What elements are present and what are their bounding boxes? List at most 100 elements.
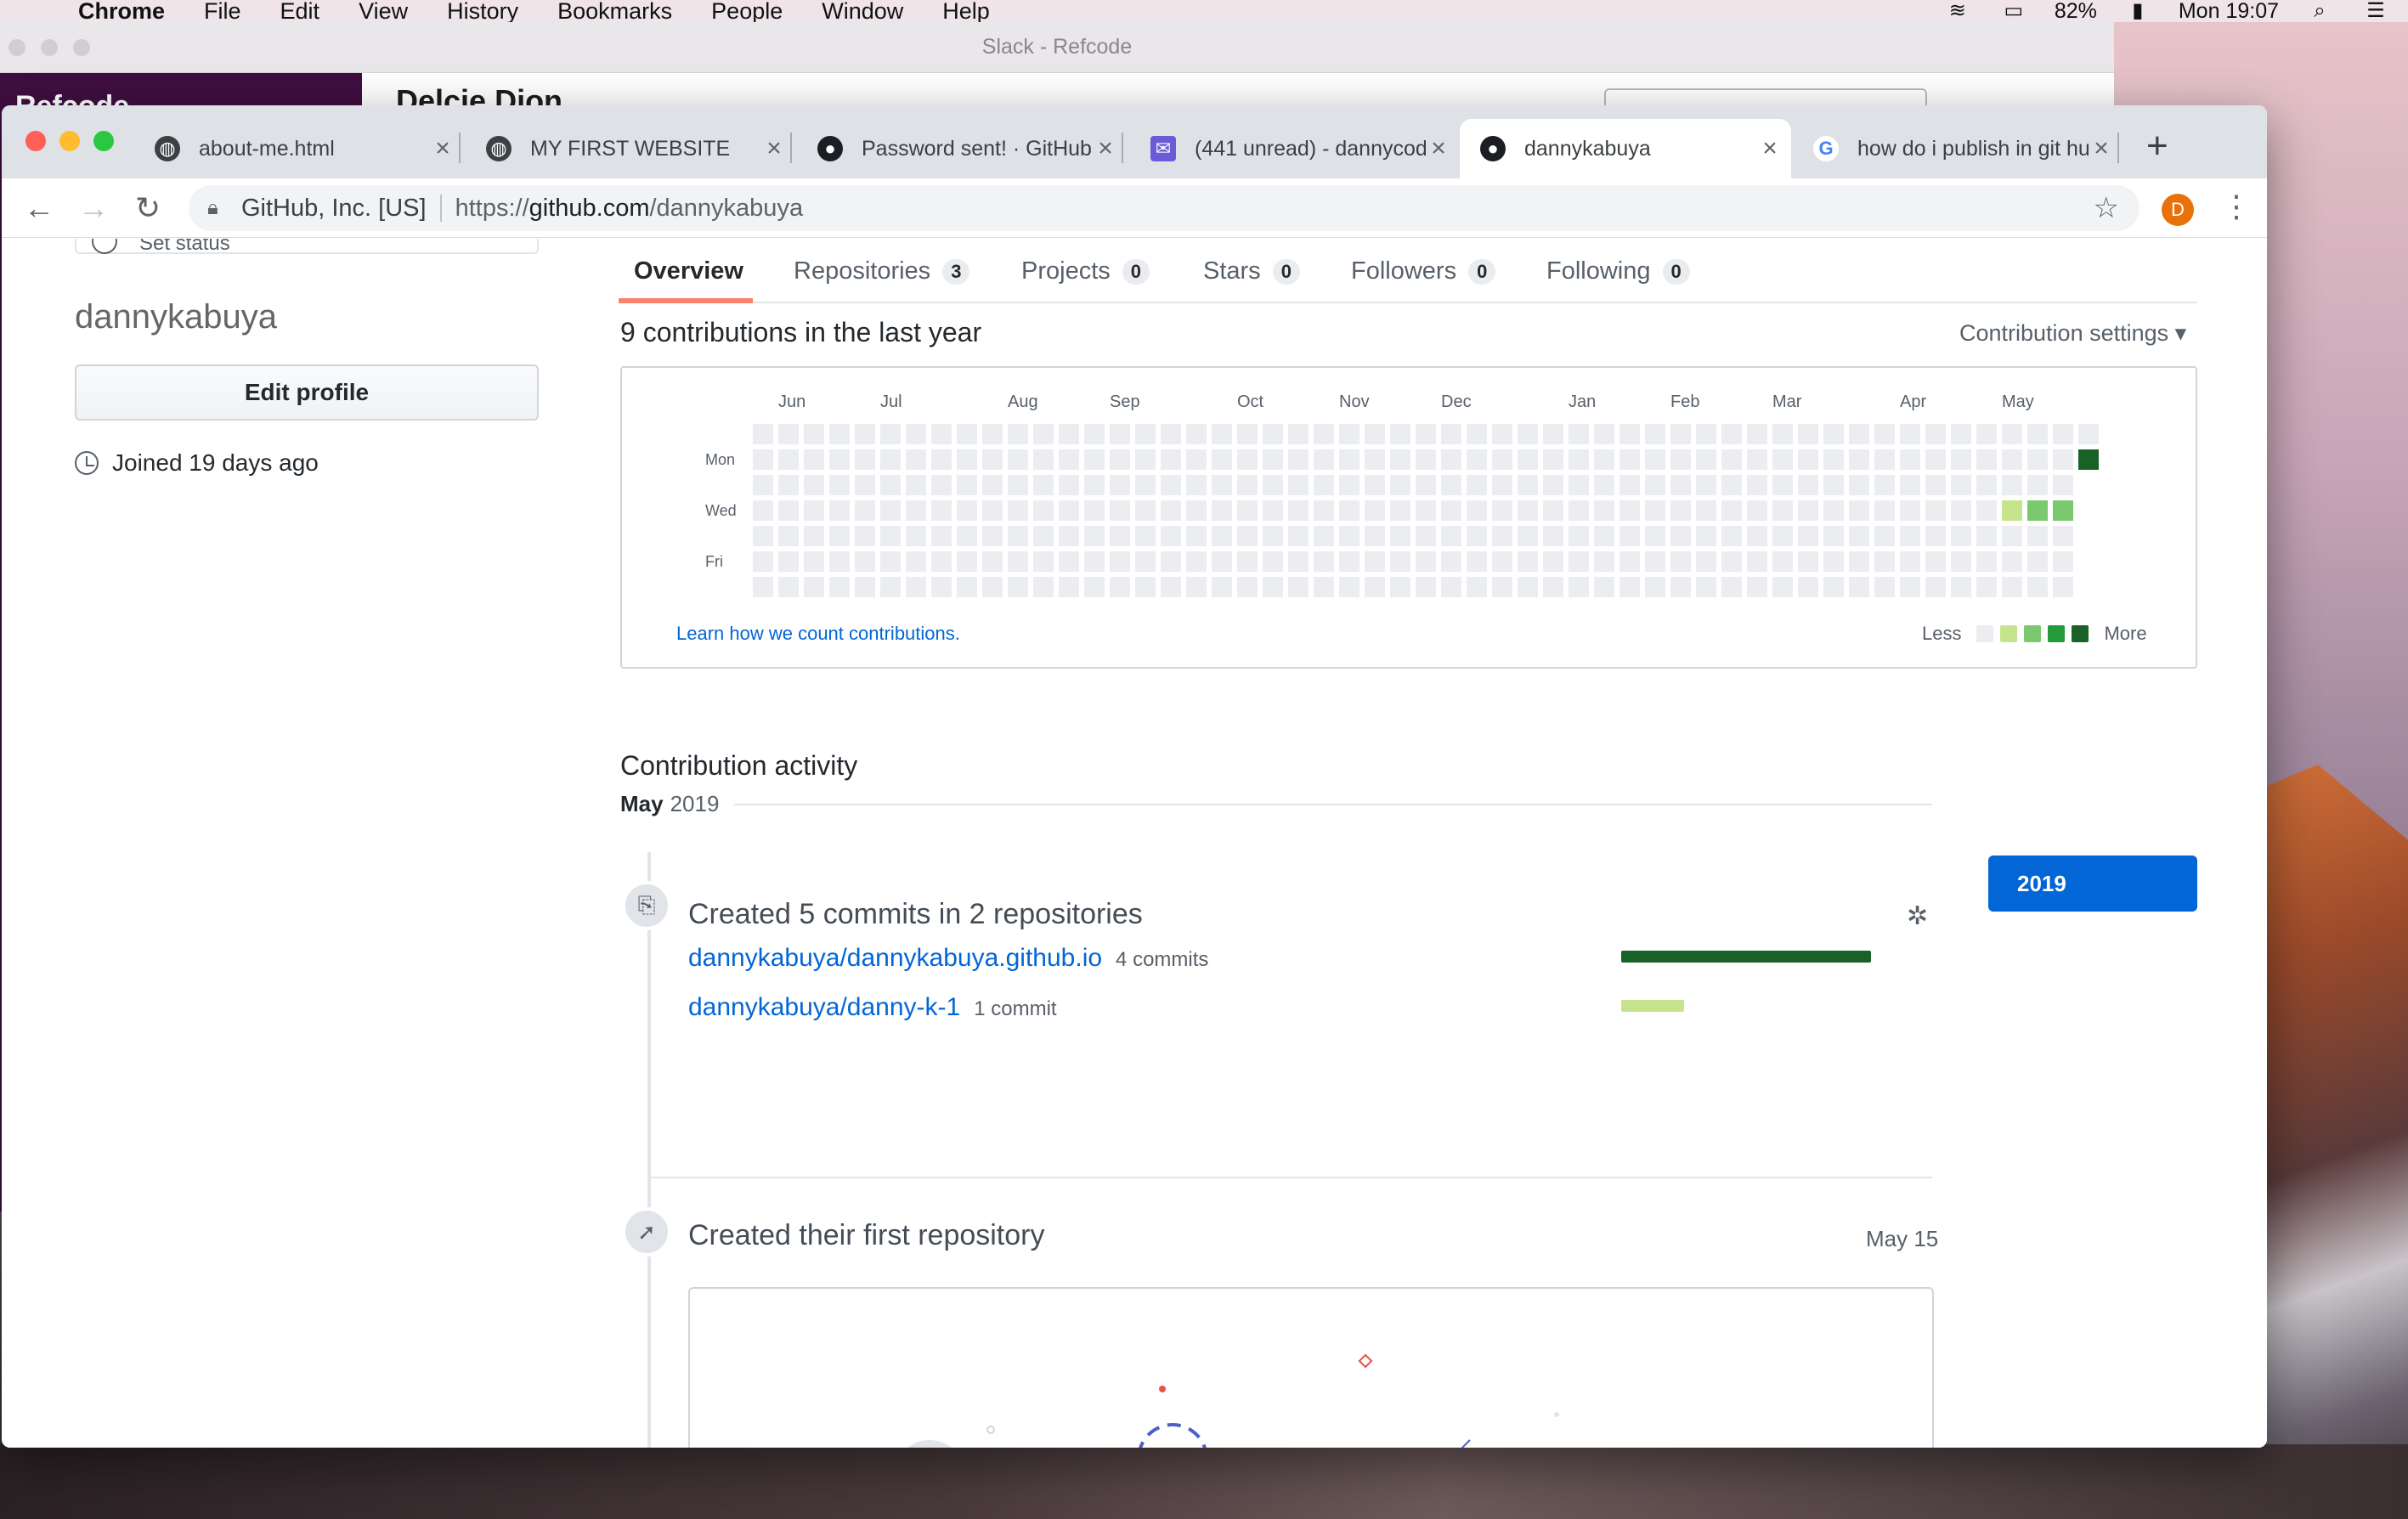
contribution-day[interactable] — [1416, 526, 1436, 546]
contribution-day[interactable] — [1441, 500, 1461, 521]
contribution-day[interactable] — [1518, 449, 1538, 470]
contribution-day[interactable] — [1798, 449, 1818, 470]
menu-view[interactable]: View — [359, 0, 408, 23]
contribution-day[interactable] — [1033, 449, 1054, 470]
contribution-day[interactable] — [1696, 500, 1716, 521]
contribution-day[interactable] — [778, 577, 799, 597]
contribution-day[interactable] — [1823, 551, 1844, 572]
contribution-day[interactable] — [855, 577, 875, 597]
contribution-day[interactable] — [1314, 449, 1334, 470]
contribution-day[interactable] — [1849, 577, 1869, 597]
contribution-day[interactable] — [1084, 475, 1105, 495]
contribution-day[interactable] — [1747, 551, 1767, 572]
contribution-day[interactable] — [931, 526, 952, 546]
contribution-day[interactable] — [906, 475, 926, 495]
contribution-day[interactable] — [804, 577, 824, 597]
contribution-day[interactable] — [1976, 475, 1997, 495]
contribution-day[interactable] — [753, 500, 773, 521]
contribution-day[interactable] — [1619, 449, 1640, 470]
contribution-day[interactable] — [1186, 475, 1207, 495]
contribution-day[interactable] — [1059, 551, 1079, 572]
contribution-day[interactable] — [2027, 449, 2048, 470]
contribution-day[interactable] — [982, 551, 1003, 572]
contribution-day[interactable] — [1569, 475, 1589, 495]
contribution-day[interactable] — [1594, 500, 1614, 521]
contribution-day[interactable] — [1569, 577, 1589, 597]
contribution-day[interactable] — [1339, 449, 1359, 470]
contribution-day[interactable] — [1670, 526, 1691, 546]
contribution-day[interactable] — [906, 424, 926, 444]
contribution-day[interactable] — [1135, 526, 1156, 546]
contribution-day[interactable] — [1518, 500, 1538, 521]
contribution-day[interactable] — [1135, 475, 1156, 495]
contribution-day[interactable] — [1212, 526, 1232, 546]
contribution-day[interactable] — [1951, 449, 1971, 470]
contribution-day[interactable] — [1747, 449, 1767, 470]
contribution-day[interactable] — [1008, 475, 1028, 495]
contribution-day[interactable] — [1900, 424, 1920, 444]
contribution-day[interactable] — [804, 449, 824, 470]
contribution-day[interactable] — [1390, 500, 1410, 521]
contribution-day[interactable] — [1798, 577, 1818, 597]
contribution-day[interactable] — [1594, 577, 1614, 597]
contribution-day[interactable] — [1110, 551, 1130, 572]
contribution-day[interactable] — [1518, 551, 1538, 572]
contribution-day[interactable] — [880, 551, 901, 572]
contribution-day[interactable] — [1059, 577, 1079, 597]
contribution-day[interactable] — [1263, 475, 1283, 495]
contribution-day[interactable] — [1696, 577, 1716, 597]
contribution-day[interactable] — [1416, 551, 1436, 572]
contribution-day[interactable] — [1543, 551, 1563, 572]
contribution-day[interactable] — [1925, 500, 1946, 521]
contribution-day[interactable] — [1951, 475, 1971, 495]
contribution-day[interactable] — [1059, 500, 1079, 521]
contribution-day[interactable] — [1721, 500, 1742, 521]
contribution-day[interactable] — [1823, 500, 1844, 521]
contribution-day[interactable] — [1772, 449, 1793, 470]
contribution-day[interactable] — [1976, 526, 1997, 546]
contribution-day[interactable] — [1008, 577, 1028, 597]
new-tab-button[interactable]: + — [2146, 127, 2168, 165]
contribution-day[interactable] — [1263, 449, 1283, 470]
contribution-day[interactable] — [1237, 500, 1258, 521]
tab-about-me[interactable]: ◍ about-me.html × — [155, 119, 461, 178]
battery-icon[interactable]: ▮ — [2123, 1, 2153, 21]
contribution-day[interactable] — [1925, 551, 1946, 572]
contribution-day[interactable] — [1186, 424, 1207, 444]
contribution-day[interactable] — [982, 449, 1003, 470]
tab-google-search[interactable]: G how do i publish in git hub × — [1813, 119, 2119, 178]
contribution-day[interactable] — [1441, 449, 1461, 470]
contribution-day[interactable] — [1619, 500, 1640, 521]
contribution-day[interactable] — [1619, 475, 1640, 495]
contribution-day[interactable] — [1186, 526, 1207, 546]
learn-contributions-link[interactable]: Learn how we count contributions. — [676, 623, 960, 645]
contribution-day[interactable] — [829, 475, 850, 495]
contribution-day[interactable] — [1339, 551, 1359, 572]
contribution-day[interactable] — [753, 526, 773, 546]
spotlight-search-icon[interactable]: ⌕ — [2304, 1, 2335, 21]
contribution-day[interactable] — [1314, 500, 1334, 521]
contribution-day[interactable] — [1390, 424, 1410, 444]
contribution-day[interactable] — [1441, 475, 1461, 495]
contribution-day[interactable] — [1110, 475, 1130, 495]
year-2019-button[interactable]: 2019 — [1988, 855, 2197, 912]
contribution-day[interactable] — [1798, 424, 1818, 444]
contribution-day[interactable] — [1110, 500, 1130, 521]
contribution-day[interactable] — [1721, 449, 1742, 470]
contribution-day[interactable] — [1696, 475, 1716, 495]
contribution-day[interactable] — [1849, 475, 1869, 495]
contribution-day[interactable] — [1798, 551, 1818, 572]
contribution-day[interactable] — [2002, 551, 2022, 572]
contribution-day[interactable] — [1696, 551, 1716, 572]
collapse-icon[interactable]: ✲ — [1907, 901, 1928, 931]
contribution-day[interactable] — [1976, 449, 1997, 470]
contribution-day[interactable] — [1467, 577, 1487, 597]
menu-file[interactable]: File — [204, 0, 241, 23]
contribution-day[interactable] — [1900, 526, 1920, 546]
contribution-day[interactable] — [1263, 577, 1283, 597]
contribution-day[interactable] — [1670, 475, 1691, 495]
contribution-day[interactable] — [1772, 526, 1793, 546]
contribution-day[interactable] — [1008, 449, 1028, 470]
contribution-day[interactable] — [1161, 526, 1181, 546]
contribution-day[interactable] — [1135, 577, 1156, 597]
